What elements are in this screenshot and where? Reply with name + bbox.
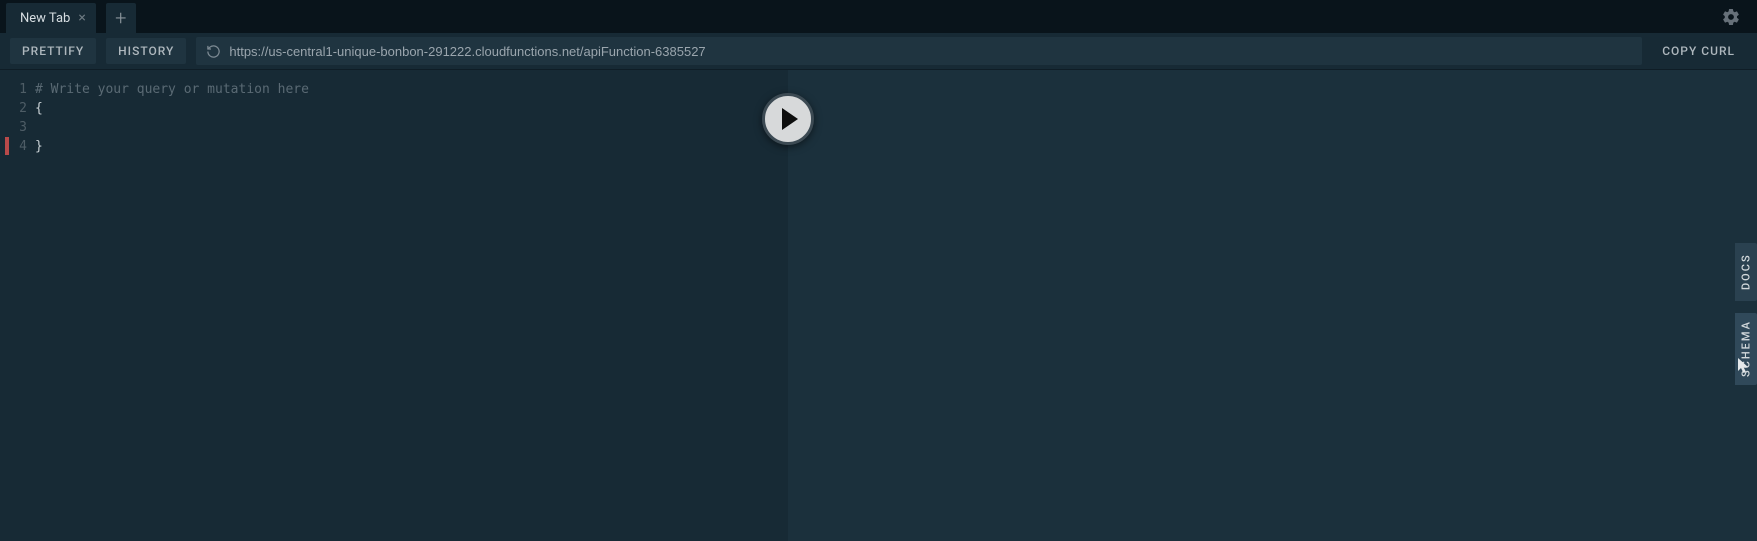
tab-active[interactable]: New Tab × (6, 3, 96, 33)
code-line: } (35, 137, 788, 156)
prettify-button[interactable]: PRETTIFY (10, 38, 96, 64)
main-area: 1 2 3 4 # Write your query or mutation h… (0, 70, 1757, 541)
toolbar: PRETTIFY HISTORY COPY CURL (0, 33, 1757, 70)
close-icon[interactable]: × (78, 11, 85, 25)
endpoint-input[interactable] (229, 44, 1632, 59)
line-number: 3 (5, 118, 27, 137)
settings-button[interactable] (1721, 7, 1751, 27)
tab-bar: New Tab × + (0, 0, 1757, 33)
gear-icon (1721, 7, 1741, 27)
endpoint-field (196, 37, 1642, 65)
execute-button[interactable] (762, 93, 814, 145)
code-line: { (35, 99, 788, 118)
line-number: 2 (5, 99, 27, 118)
history-button[interactable]: HISTORY (106, 38, 186, 64)
docs-drawer-button[interactable]: DOCS (1735, 243, 1757, 301)
result-pane (788, 70, 1757, 541)
error-marker (5, 137, 9, 155)
tab-label: New Tab (20, 11, 70, 26)
schema-drawer-button[interactable]: SCHEMA (1735, 313, 1757, 385)
reload-icon (206, 44, 221, 59)
graphql-playground: New Tab × + PRETTIFY HISTORY COPY CURL (0, 0, 1757, 541)
line-number: 1 (5, 80, 27, 99)
query-editor[interactable]: 1 2 3 4 # Write your query or mutation h… (5, 70, 788, 541)
add-tab-button[interactable]: + (106, 3, 136, 33)
plus-icon: + (115, 6, 126, 30)
code-line: # Write your query or mutation here (35, 80, 788, 99)
line-gutter: 1 2 3 4 (5, 80, 35, 541)
copy-curl-button[interactable]: COPY CURL (1652, 38, 1745, 64)
reload-button[interactable] (206, 44, 221, 59)
code-area[interactable]: # Write your query or mutation here { } (35, 80, 788, 541)
play-icon (782, 108, 798, 130)
code-line (35, 118, 788, 137)
